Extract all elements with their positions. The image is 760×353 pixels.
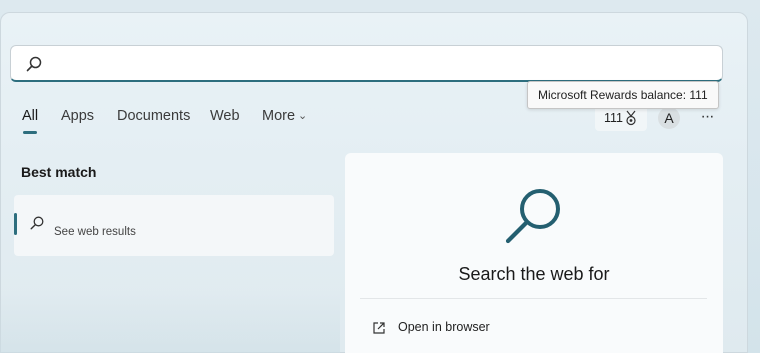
open-in-browser-button[interactable]: Open in browser	[360, 313, 707, 343]
tab-all-label: All	[22, 108, 39, 124]
tab-all[interactable]: All	[22, 108, 39, 134]
divider	[360, 298, 707, 299]
active-tab-indicator	[23, 131, 37, 134]
rewards-medal-icon	[626, 110, 636, 126]
see-web-results-label: See web results	[54, 226, 136, 238]
tab-more-label: More	[262, 108, 296, 124]
selection-indicator	[14, 213, 17, 235]
chevron-down-icon: ⌄	[298, 110, 308, 122]
avatar[interactable]: A	[658, 107, 680, 129]
open-in-browser-label: Open in browser	[398, 320, 490, 334]
tab-apps[interactable]: Apps	[61, 108, 94, 124]
see-web-results-item[interactable]: See web results	[14, 195, 334, 256]
search-icon	[505, 189, 560, 244]
tab-documents[interactable]: Documents	[117, 108, 190, 124]
best-match-heading: Best match	[21, 164, 97, 180]
rewards-tooltip: Microsoft Rewards balance: 111	[527, 81, 719, 109]
external-link-icon	[373, 322, 385, 334]
search-input[interactable]	[55, 52, 709, 78]
search-box[interactable]	[10, 45, 723, 82]
search-icon	[30, 216, 44, 230]
tab-web[interactable]: Web	[210, 108, 240, 124]
rewards-count: 111	[604, 111, 624, 125]
search-icon	[26, 56, 42, 72]
preview-pane: Search the web for Open in browser	[345, 153, 723, 353]
preview-title: Search the web for	[458, 264, 610, 284]
background-blur	[0, 290, 340, 353]
tab-more[interactable]: More ⌄	[262, 108, 307, 124]
